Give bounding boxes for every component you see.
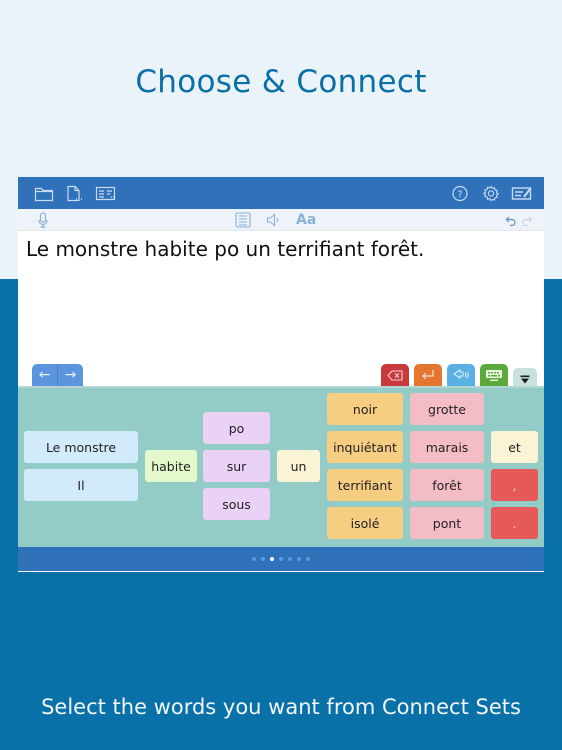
word-chip-preposition[interactable]: po xyxy=(203,412,270,444)
word-chip-adjective[interactable]: isolé xyxy=(327,507,403,539)
keyboard-icon xyxy=(485,369,503,382)
word-chip-noun[interactable]: marais xyxy=(410,431,484,463)
collapse-icon xyxy=(520,373,530,383)
set-pager xyxy=(18,547,544,571)
new-document-icon[interactable] xyxy=(65,185,85,202)
word-chip-preposition[interactable]: sur xyxy=(203,450,270,482)
backspace-icon xyxy=(387,369,403,381)
word-chip-punctuation[interactable]: . xyxy=(491,507,538,539)
page-dot[interactable] xyxy=(252,557,256,561)
svg-text:?: ? xyxy=(457,190,462,201)
word-chip-conjunction[interactable]: et xyxy=(491,431,538,463)
help-icon[interactable]: ? xyxy=(450,185,470,202)
word-chip-noun[interactable]: grotte xyxy=(410,393,484,425)
layout-icon[interactable] xyxy=(95,185,117,202)
caption: Select the words you want from Connect S… xyxy=(41,695,521,719)
word-chip-adjective[interactable]: terrifiant xyxy=(327,469,403,501)
previous-word-button[interactable]: ← xyxy=(32,364,58,386)
word-chip-adjective[interactable]: inquiétant xyxy=(327,431,403,463)
settings-icon[interactable] xyxy=(481,185,501,202)
app-window: ? Aa Le monstre habite po un terrifiant … xyxy=(18,177,544,572)
main-toolbar: ? xyxy=(18,177,544,209)
backspace-button[interactable] xyxy=(381,364,409,386)
enter-icon xyxy=(421,369,435,381)
connect-set-panel: Le monstre Il habite po sur sous un noir… xyxy=(18,386,544,547)
page-dot[interactable] xyxy=(261,557,265,561)
collapse-panel-button[interactable] xyxy=(513,368,537,386)
speaker-icon[interactable] xyxy=(266,212,280,228)
secondary-toolbar: Aa xyxy=(18,209,544,231)
edit-mode-icon[interactable] xyxy=(511,185,533,202)
speak-sentence-button[interactable] xyxy=(447,364,475,386)
word-chip-noun[interactable]: pont xyxy=(410,507,484,539)
word-chip-verb[interactable]: habite xyxy=(145,450,197,482)
page-dot[interactable] xyxy=(270,557,274,561)
word-chip-subject[interactable]: Il xyxy=(24,469,138,501)
headline: Choose & Connect xyxy=(135,64,427,100)
word-list-icon[interactable] xyxy=(235,212,251,228)
folder-icon[interactable] xyxy=(34,185,54,202)
word-navigation: ← → xyxy=(32,364,83,386)
page-dot[interactable] xyxy=(297,557,301,561)
page-dot[interactable] xyxy=(279,557,283,561)
next-word-button[interactable]: → xyxy=(58,364,83,386)
font-icon[interactable]: Aa xyxy=(296,212,316,228)
enter-button[interactable] xyxy=(414,364,442,386)
word-chip-preposition[interactable]: sous xyxy=(203,488,270,520)
text-editor[interactable]: Le monstre habite po un terrifiant forêt… xyxy=(18,231,544,386)
word-chip-adjective[interactable]: noir xyxy=(327,393,403,425)
redo-icon[interactable] xyxy=(521,212,533,228)
page-dot[interactable] xyxy=(288,557,292,561)
word-chip-punctuation[interactable]: , xyxy=(491,469,538,501)
undo-icon[interactable] xyxy=(505,212,517,228)
composed-sentence: Le monstre habite po un terrifiant forêt… xyxy=(26,237,425,261)
microphone-icon[interactable] xyxy=(37,212,49,228)
keyboard-button[interactable] xyxy=(480,364,508,386)
word-chip-article[interactable]: un xyxy=(277,450,320,482)
word-chip-subject[interactable]: Le monstre xyxy=(24,431,138,463)
speak-icon xyxy=(453,368,469,381)
word-chip-noun[interactable]: forêt xyxy=(410,469,484,501)
page-dot[interactable] xyxy=(306,557,310,561)
